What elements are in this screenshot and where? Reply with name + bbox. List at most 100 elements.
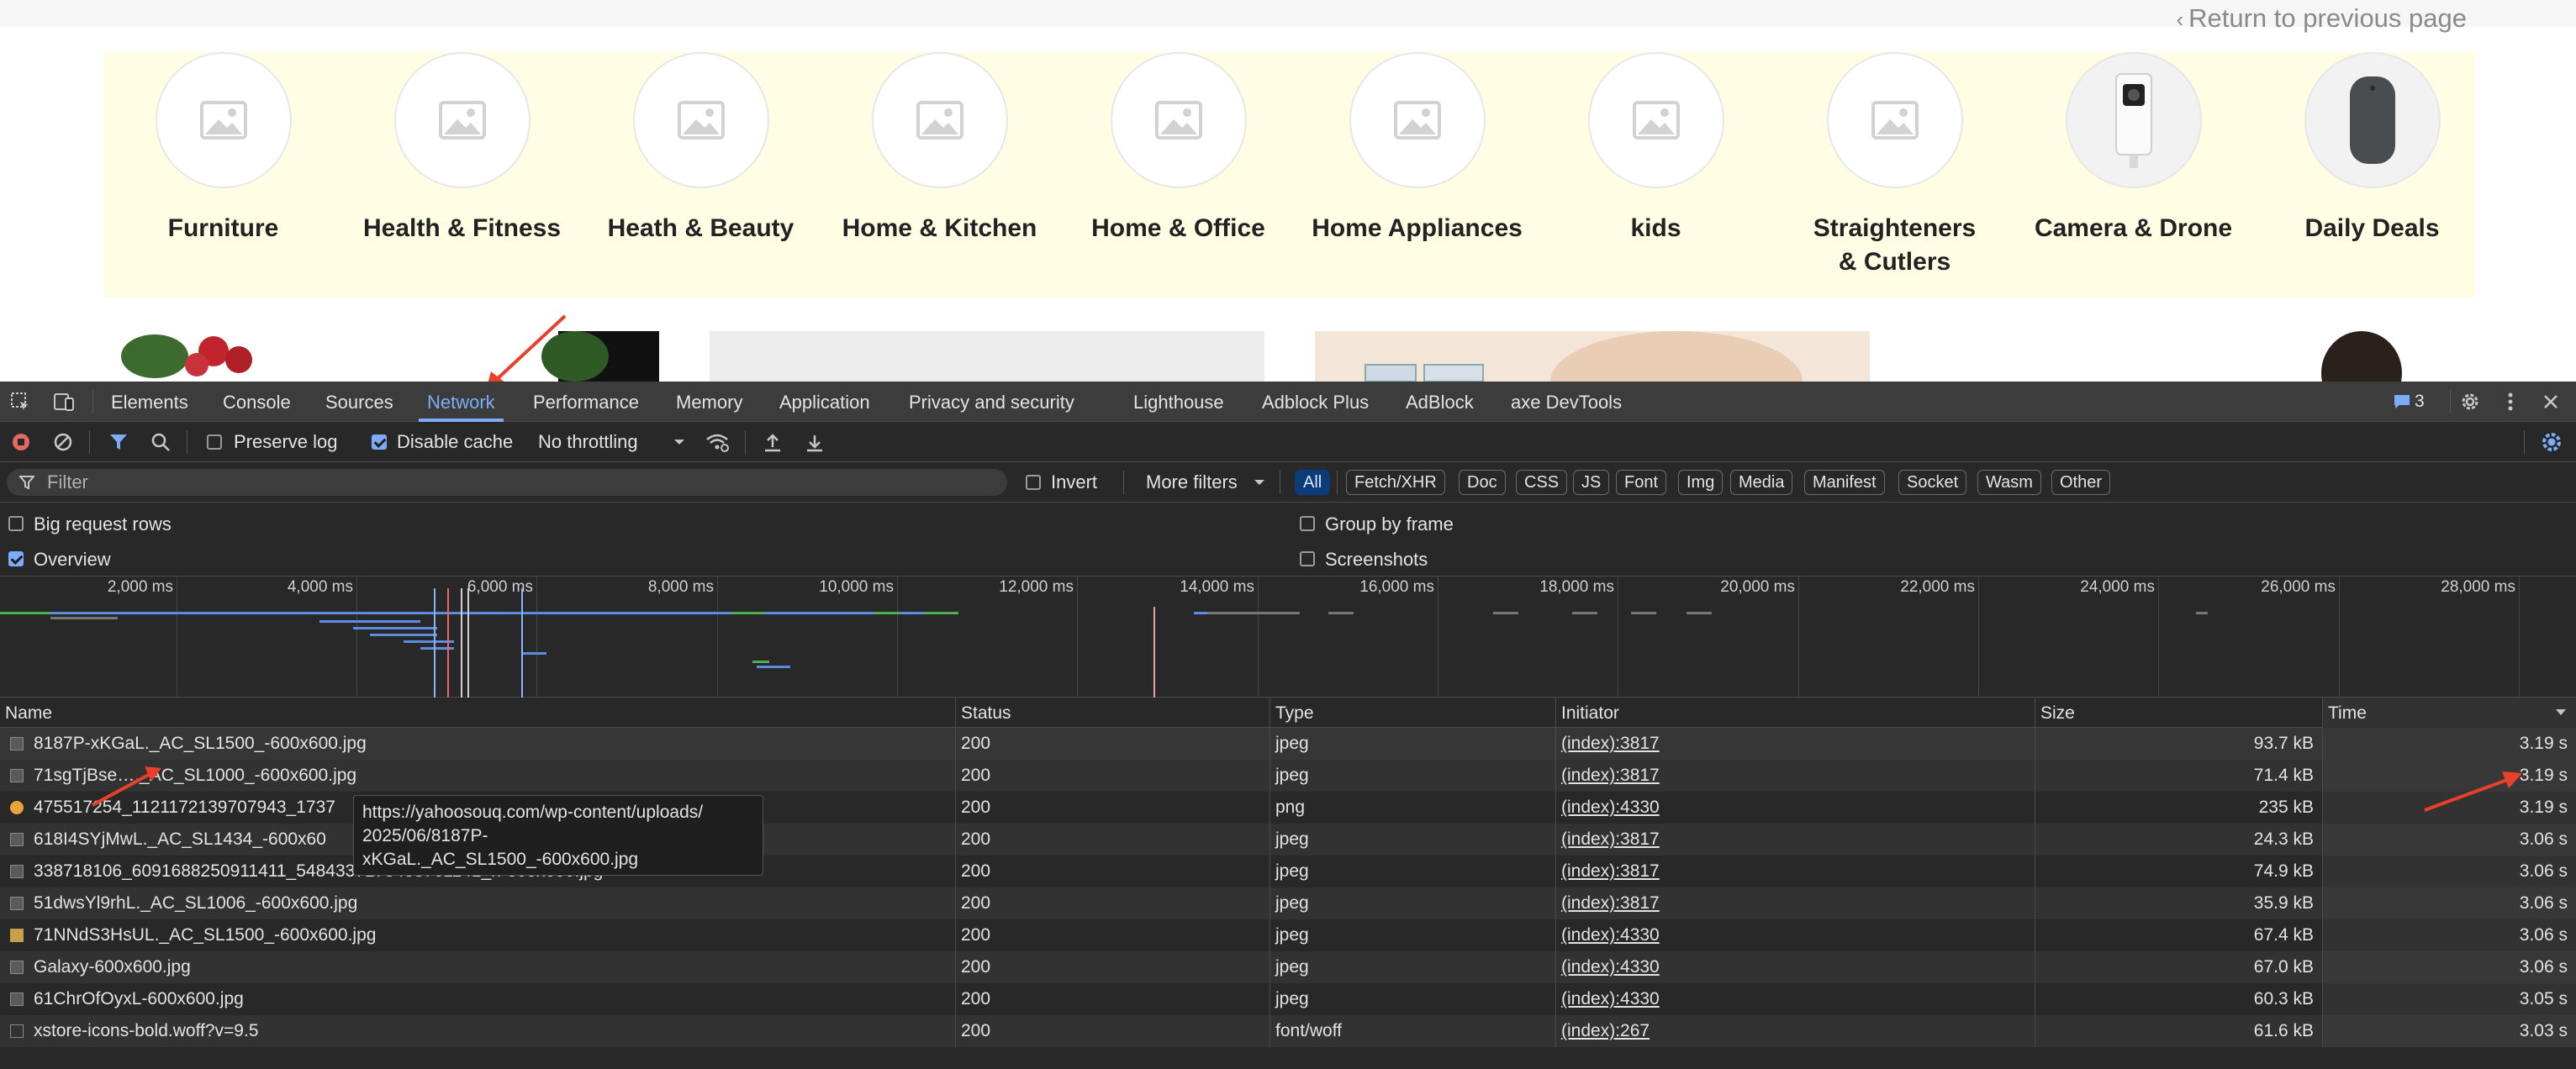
request-initiator-link[interactable]: (index):3817: [1561, 893, 1660, 913]
type-filter-img[interactable]: Img: [1678, 470, 1723, 495]
product-banner-4[interactable]: [2299, 331, 2425, 382]
category-camera-drone[interactable]: Camera & Drone: [2014, 52, 2252, 298]
category-health-fitness[interactable]: Health & Fitness: [343, 52, 581, 298]
request-name: 61ChrOfOyxL-600x600.jpg: [34, 989, 244, 1008]
product-banner-3[interactable]: [1315, 331, 1870, 382]
tab-privacy-and-security[interactable]: Privacy and security: [909, 382, 1074, 422]
category-kids[interactable]: kids: [1537, 52, 1775, 298]
more-options-icon[interactable]: [2499, 390, 2522, 413]
request-initiator-link[interactable]: (index):3817: [1561, 766, 1660, 785]
table-row[interactable]: 71sgTjBse…._AC_SL1000_-600x600.jpg 200 j…: [0, 760, 2576, 792]
category-label: Furniture: [167, 214, 279, 242]
tab-network[interactable]: Network: [419, 382, 504, 422]
category-home-kitchen[interactable]: Home & Kitchen: [821, 52, 1058, 298]
request-size: 74.9 kB: [2035, 856, 2322, 887]
network-settings-gear-icon[interactable]: [2539, 430, 2564, 454]
inspect-element-icon[interactable]: [8, 390, 32, 413]
type-filter-manifest[interactable]: Manifest: [1804, 470, 1885, 495]
type-filter-fetch-xhr[interactable]: Fetch/XHR: [1346, 470, 1445, 495]
tab-adblock-plus[interactable]: Adblock Plus: [1262, 382, 1369, 422]
close-icon[interactable]: [2539, 390, 2563, 413]
preserve-log-checkbox[interactable]: [207, 434, 222, 450]
type-filter-socket[interactable]: Socket: [1898, 470, 1967, 495]
request-initiator-link[interactable]: (index):4330: [1561, 798, 1660, 817]
tab-console[interactable]: Console: [223, 382, 291, 422]
overview-request-bar: [731, 612, 765, 614]
invert-checkbox[interactable]: [1026, 475, 1041, 490]
record-stop-icon[interactable]: [10, 431, 32, 453]
overview-checkbox[interactable]: [8, 551, 24, 566]
column-header-time[interactable]: Time: [2322, 698, 2576, 728]
type-filter-doc[interactable]: Doc: [1459, 470, 1506, 495]
tab-performance[interactable]: Performance: [533, 382, 639, 422]
request-status: 200: [955, 1015, 1270, 1047]
column-header-name[interactable]: Name: [0, 698, 955, 728]
throttling-select[interactable]: No throttling: [538, 422, 638, 462]
type-filter-js[interactable]: JS: [1573, 470, 1610, 495]
return-to-previous-page-link[interactable]: ‹ Return to previous page: [2176, 3, 2467, 34]
table-row-partial[interactable]: [0, 1047, 2576, 1069]
tab-lighthouse[interactable]: Lighthouse: [1133, 382, 1224, 422]
category-furniture[interactable]: Furniture: [104, 52, 342, 298]
column-header-size[interactable]: Size: [2035, 698, 2322, 728]
category-straighteners-cutlers[interactable]: Straighteners & Cutlers: [1776, 52, 2014, 298]
type-filter-css[interactable]: CSS: [1516, 470, 1568, 495]
issues-counter[interactable]: 3: [2393, 390, 2435, 413]
category-heath-beauty[interactable]: Heath & Beauty: [582, 52, 820, 298]
screenshots-checkbox[interactable]: [1300, 551, 1315, 566]
type-filter-media[interactable]: Media: [1730, 470, 1793, 495]
tab-elements[interactable]: Elements: [111, 382, 188, 422]
tab-application[interactable]: Application: [779, 382, 870, 422]
export-har-icon[interactable]: [804, 431, 826, 453]
table-row[interactable]: 71NNdS3HsUL._AC_SL1500_-600x600.jpg 200 …: [0, 919, 2576, 951]
import-har-icon[interactable]: [762, 431, 784, 453]
filter-input[interactable]: [47, 469, 997, 496]
network-overview-timeline[interactable]: 2,000 ms 4,000 ms 6,000 ms 8,000 ms 10,0…: [0, 577, 2576, 698]
table-row[interactable]: Galaxy-600x600.jpg 200 jpeg (index):4330…: [0, 951, 2576, 983]
request-initiator-link[interactable]: (index):3817: [1561, 829, 1660, 849]
type-filter-wasm[interactable]: Wasm: [1977, 470, 2041, 495]
tab-sources[interactable]: Sources: [325, 382, 393, 422]
category-daily-deals[interactable]: Daily Deals: [2253, 52, 2491, 298]
clear-icon[interactable]: [52, 431, 74, 453]
big-request-rows-checkbox[interactable]: [8, 516, 24, 531]
chevron-down-icon[interactable]: [1251, 471, 1268, 493]
table-row[interactable]: 61ChrOfOyxL-600x600.jpg 200 jpeg (index)…: [0, 983, 2576, 1015]
tab-axe-devtools[interactable]: axe DevTools: [1511, 382, 1622, 422]
overview-gridline: [1258, 577, 1259, 698]
table-row[interactable]: 51dwsYl9rhL._AC_SL1006_-600x600.jpg 200 …: [0, 887, 2576, 919]
chevron-down-icon[interactable]: [669, 431, 689, 453]
network-conditions-icon[interactable]: [705, 431, 730, 453]
type-filter-font[interactable]: Font: [1616, 470, 1667, 495]
request-initiator-link[interactable]: (index):4330: [1561, 957, 1660, 977]
banner-1-artwork: [121, 331, 659, 382]
category-home-appliances[interactable]: Home Appliances: [1298, 52, 1536, 298]
type-filter-all[interactable]: All: [1295, 470, 1331, 495]
category-home-office[interactable]: Home & Office: [1059, 52, 1297, 298]
request-initiator-link[interactable]: (index):3817: [1561, 861, 1660, 881]
product-banner-1[interactable]: [104, 331, 659, 382]
gear-icon[interactable]: [2458, 390, 2482, 413]
request-type: jpeg: [1270, 760, 1555, 792]
product-banner-2[interactable]: [710, 331, 1264, 382]
column-header-status[interactable]: Status: [955, 698, 1270, 728]
tab-memory[interactable]: Memory: [676, 382, 742, 422]
disable-cache-checkbox[interactable]: [372, 434, 387, 450]
tab-adblock[interactable]: AdBlock: [1406, 382, 1474, 422]
request-initiator-link[interactable]: (index):267: [1561, 1021, 1650, 1040]
device-toolbar-icon[interactable]: [52, 390, 76, 413]
sort-descending-icon[interactable]: [2552, 704, 2569, 721]
overview-request-bar: [1493, 612, 1518, 614]
filter-funnel-icon[interactable]: [108, 431, 129, 453]
type-filter-other[interactable]: Other: [2051, 470, 2111, 495]
request-initiator-link[interactable]: (index):4330: [1561, 925, 1660, 945]
column-header-type[interactable]: Type: [1270, 698, 1555, 728]
column-header-initiator[interactable]: Initiator: [1555, 698, 2035, 728]
search-icon[interactable]: [150, 431, 172, 453]
more-filters-dropdown[interactable]: More filters: [1146, 462, 1238, 503]
group-by-frame-checkbox[interactable]: [1300, 516, 1315, 531]
request-initiator-link[interactable]: (index):4330: [1561, 989, 1660, 1008]
table-row[interactable]: 8187P-xKGaL._AC_SL1500_-600x600.jpg 200 …: [0, 728, 2576, 760]
request-initiator-link[interactable]: (index):3817: [1561, 734, 1660, 753]
table-row[interactable]: xstore-icons-bold.woff?v=9.5 200 font/wo…: [0, 1015, 2576, 1047]
